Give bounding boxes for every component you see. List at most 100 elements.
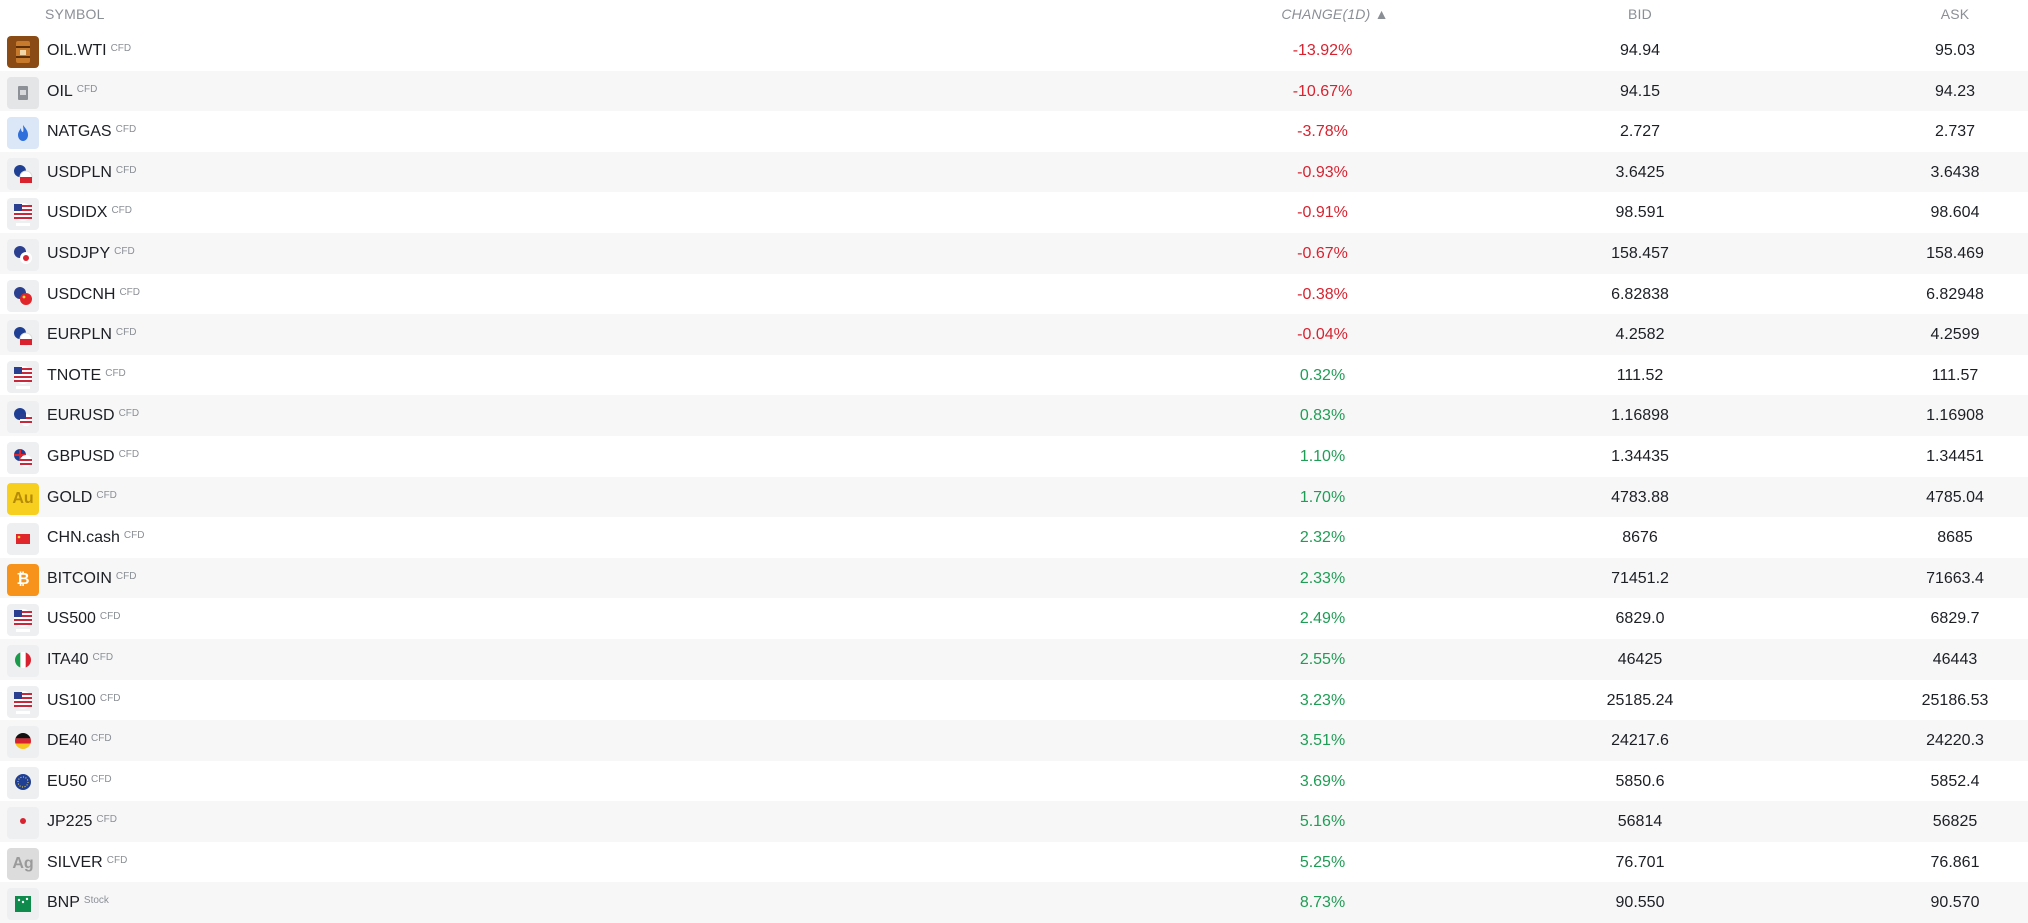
table-row[interactable]: Ag SILVER CFD 5.25% 76.701 76.861: [0, 842, 2028, 883]
bid-cell[interactable]: 6.82838: [1580, 286, 1700, 304]
ask-cell[interactable]: 46443: [1895, 651, 2015, 669]
ask-cell[interactable]: 6829.7: [1895, 610, 2015, 628]
symbol-cell: TNOTE CFD: [47, 367, 126, 385]
table-row[interactable]: USDPLN CFD -0.93% 3.6425 3.6438: [0, 151, 2028, 193]
ask-cell[interactable]: 158.469: [1895, 245, 2015, 263]
ask-cell[interactable]: 111.57: [1895, 367, 2015, 385]
bid-cell[interactable]: 4.2582: [1580, 326, 1700, 344]
ask-cell[interactable]: 1.16908: [1895, 407, 2015, 425]
bid-cell[interactable]: 3.6425: [1580, 164, 1700, 182]
header-change-1d[interactable]: CHANGE(1D) ▲: [1280, 6, 1390, 22]
bid-cell[interactable]: 71451.2: [1580, 570, 1700, 588]
bid-cell[interactable]: 25185.24: [1580, 692, 1700, 710]
table-row[interactable]: USDIDX CFD -0.91% 98.591 98.604: [0, 192, 2028, 233]
table-row[interactable]: NATGAS CFD -3.78% 2.727 2.737: [0, 111, 2028, 152]
symbol-cell: GOLD CFD: [47, 489, 117, 507]
bid-cell[interactable]: 24217.6: [1580, 732, 1700, 750]
symbol-name: GOLD: [47, 488, 93, 506]
table-row[interactable]: EU50 CFD 3.69% 5850.6 5852.4: [0, 761, 2028, 802]
bid-cell[interactable]: 98.591: [1580, 204, 1700, 222]
bid-cell[interactable]: 1.16898: [1580, 407, 1700, 425]
table-row[interactable]: US500 CFD 2.49% 6829.0 6829.7: [0, 598, 2028, 639]
ask-cell[interactable]: 56825: [1895, 813, 2015, 831]
symbol-name: BNP: [47, 894, 80, 912]
table-row[interactable]: US100 CFD 3.23% 25185.24 25186.53: [0, 680, 2028, 721]
symbol-cell: OIL CFD: [47, 83, 97, 101]
instrument-type-tag: CFD: [115, 570, 137, 582]
table-row[interactable]: TNOTE CFD 0.32% 111.52 111.57: [0, 355, 2028, 396]
table-row[interactable]: ITA40 CFD 2.55% 46425 46443: [0, 638, 2028, 680]
change-1d-cell: 2.32%: [1299, 529, 1346, 547]
change-1d-cell: 0.83%: [1299, 407, 1346, 425]
bid-cell[interactable]: 46425: [1580, 651, 1700, 669]
bid-cell[interactable]: 76.701: [1580, 854, 1700, 872]
header-bid[interactable]: BID: [1600, 6, 1680, 22]
bid-cell[interactable]: 94.94: [1580, 42, 1700, 60]
table-row[interactable]: USDCNH CFD -0.38% 6.82838 6.82948: [0, 274, 2028, 315]
ask-cell[interactable]: 95.03: [1895, 42, 2015, 60]
change-1d-cell: 3.23%: [1299, 691, 1346, 709]
symbol-cell: USDIDX CFD: [47, 204, 132, 222]
bid-cell[interactable]: 8676: [1580, 529, 1700, 547]
ask-cell[interactable]: 6.82948: [1895, 286, 2015, 304]
ask-cell[interactable]: 3.6438: [1895, 164, 2015, 182]
bid-cell[interactable]: 4783.88: [1580, 489, 1700, 507]
ask-cell[interactable]: 4785.04: [1895, 489, 2015, 507]
table-row[interactable]: Au GOLD CFD 1.70% 4783.88 4785.04: [0, 476, 2028, 518]
table-row[interactable]: CHN.cash CFD 2.32% 8676 8685: [0, 517, 2028, 558]
ask-cell[interactable]: 98.604: [1895, 204, 2015, 222]
bid-cell[interactable]: 6829.0: [1580, 610, 1700, 628]
bid-cell[interactable]: 90.550: [1580, 894, 1700, 912]
oil-barrel-icon: [7, 36, 39, 68]
bid-cell[interactable]: 94.15: [1580, 83, 1700, 101]
ask-cell[interactable]: 5852.4: [1895, 773, 2015, 791]
symbol-name: JP225: [47, 813, 93, 831]
ask-cell[interactable]: 76.861: [1895, 854, 2015, 872]
us-flag-icon: [7, 604, 39, 637]
bid-cell[interactable]: 158.457: [1580, 245, 1700, 263]
header-ask[interactable]: ASK: [1915, 6, 1995, 22]
symbol-name: DE40: [47, 732, 88, 750]
ask-cell[interactable]: 8685: [1895, 529, 2015, 547]
bid-cell[interactable]: 5850.6: [1580, 773, 1700, 791]
ask-cell[interactable]: 1.34451: [1895, 448, 2015, 466]
ask-cell[interactable]: 71663.4: [1895, 570, 2015, 588]
symbol-name: ITA40: [47, 650, 89, 668]
change-1d-cell: -10.67%: [1292, 82, 1353, 100]
change-1d-cell: 8.73%: [1299, 894, 1346, 912]
instrument-type-tag: CFD: [76, 83, 98, 95]
table-row[interactable]: BNP Stock 8.73% 90.550 90.570: [0, 882, 2028, 923]
table-row[interactable]: OIL CFD -10.67% 94.15 94.23: [0, 70, 2028, 112]
icon-text: Ag: [12, 854, 34, 872]
instrument-type-tag: CFD: [91, 773, 112, 785]
symbol-cell: USDJPY CFD: [47, 245, 135, 263]
ask-cell[interactable]: 90.570: [1895, 894, 2015, 912]
bid-cell[interactable]: 1.34435: [1580, 448, 1700, 466]
table-row[interactable]: USDJPY CFD -0.67% 158.457 158.469: [0, 232, 2028, 274]
bid-cell[interactable]: 56814: [1580, 813, 1700, 831]
table-row[interactable]: OIL.WTI CFD -13.92% 94.94 95.03: [0, 30, 2028, 71]
table-row[interactable]: DE40 CFD 3.51% 24217.6 24220.3: [0, 720, 2028, 761]
bid-cell[interactable]: 2.727: [1580, 123, 1700, 141]
us-flag-icon: [7, 360, 39, 393]
table-row[interactable]: GBPUSD CFD 1.10% 1.34435 1.34451: [0, 436, 2028, 477]
table-row[interactable]: EURUSD CFD 0.83% 1.16898 1.16908: [0, 395, 2028, 436]
ask-cell[interactable]: 25186.53: [1895, 692, 2015, 710]
table-row[interactable]: EURPLN CFD -0.04% 4.2582 4.2599: [0, 314, 2028, 355]
change-1d-cell: -13.92%: [1292, 42, 1353, 59]
table-row[interactable]: ₿ BITCOIN CFD 2.33% 71451.2 71663.4: [0, 557, 2028, 599]
bitcoin-icon: ₿: [7, 563, 39, 596]
usd-cnh-flag-icon: [7, 279, 39, 312]
ask-cell[interactable]: 4.2599: [1895, 326, 2015, 344]
table-row[interactable]: JP225 CFD 5.16% 56814 56825: [0, 801, 2028, 842]
symbol-cell: USDPLN CFD: [47, 164, 136, 182]
bid-cell[interactable]: 111.52: [1580, 367, 1700, 385]
symbol-name: USDCNH: [47, 285, 116, 303]
symbol-name: CHN.cash: [47, 529, 120, 547]
change-1d-cell: -0.38%: [1297, 285, 1348, 303]
header-symbol[interactable]: SYMBOL: [45, 6, 105, 22]
symbol-name: BITCOIN: [47, 569, 112, 587]
ask-cell[interactable]: 24220.3: [1895, 732, 2015, 750]
ask-cell[interactable]: 2.737: [1895, 123, 2015, 141]
ask-cell[interactable]: 94.23: [1895, 83, 2015, 101]
